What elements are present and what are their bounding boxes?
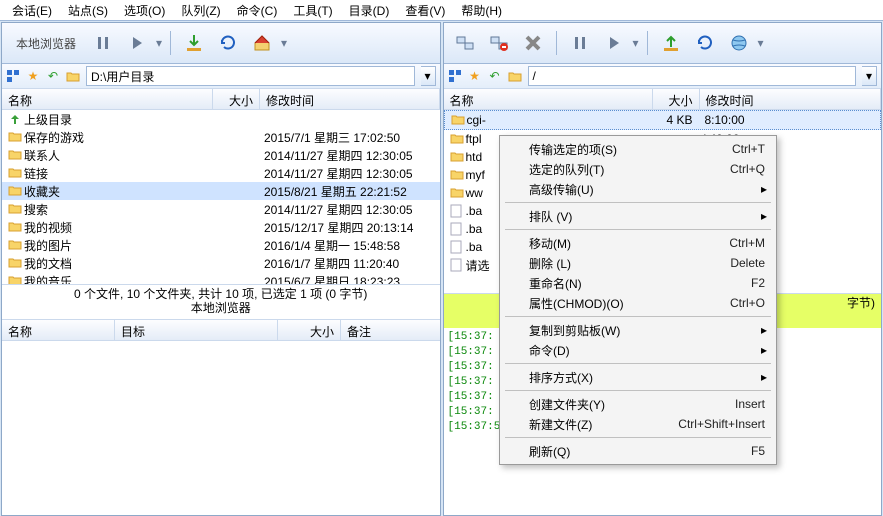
folder-my-icon	[8, 256, 22, 270]
history-icon[interactable]: ↶	[46, 69, 60, 83]
tree-icon[interactable]	[6, 69, 20, 83]
list-item[interactable]: 收藏夹2015/8/21 星期五 22:21:52	[2, 182, 440, 200]
remote-path-input[interactable]: /	[528, 66, 857, 86]
col-name[interactable]: 名称	[2, 89, 213, 109]
remote-refresh-button[interactable]	[690, 28, 720, 58]
globe-button[interactable]	[724, 28, 754, 58]
path-dropdown-button[interactable]: ▾	[421, 66, 436, 86]
menu-item[interactable]: 刷新(Q)F5	[503, 441, 773, 461]
menu-item[interactable]: 高级传输(U)▸	[503, 179, 773, 199]
menu-item[interactable]: 新建文件(Z)Ctrl+Shift+Insert	[503, 414, 773, 434]
remote-toolbar: ▾ ▾	[444, 23, 882, 64]
list-item[interactable]: 上级目录	[2, 110, 440, 128]
list-item[interactable]: 我的文档2016/1/7 星期四 11:20:40	[2, 254, 440, 272]
folder-my-icon	[8, 238, 22, 252]
menu-item[interactable]: 查看(V)	[397, 1, 453, 20]
file-icon	[450, 258, 464, 272]
local-list-header: 名称 大小 修改时间	[2, 89, 440, 110]
home-button[interactable]	[247, 28, 277, 58]
file-icon	[450, 240, 464, 254]
folder-icon	[450, 132, 464, 146]
local-queue-header: 名称 目标 大小 备注	[2, 319, 440, 341]
folder-my-icon	[8, 274, 22, 284]
list-item[interactable]: cgi-4 KB8:10:00	[444, 110, 882, 130]
connect-button[interactable]	[450, 28, 480, 58]
disconnect-button[interactable]	[484, 28, 514, 58]
star-icon[interactable]: ★	[26, 69, 40, 83]
menu-bar: 会话(E)站点(S)选项(O)队列(Z)命令(C)工具(T)目录(D)查看(V)…	[0, 0, 883, 21]
list-item[interactable]: 我的视频2015/12/17 星期四 20:13:14	[2, 218, 440, 236]
folder-icon	[451, 113, 465, 127]
menu-item[interactable]: 排队 (V)▸	[503, 206, 773, 226]
col-size[interactable]: 大小	[653, 89, 700, 109]
folder-icon	[8, 166, 22, 180]
col-mtime[interactable]: 修改时间	[260, 89, 440, 109]
history-icon[interactable]: ↶	[488, 69, 502, 83]
menu-item[interactable]: 目录(D)	[341, 1, 398, 20]
menu-item[interactable]: 排序方式(X)▸	[503, 367, 773, 387]
menu-item[interactable]: 命令(C)	[229, 1, 286, 20]
menu-item[interactable]: 帮助(H)	[453, 1, 510, 20]
remote-list-header: 名称 大小 修改时间	[444, 89, 882, 110]
menu-item[interactable]: 传输选定的项(S)Ctrl+T	[503, 139, 773, 159]
local-toolbar: 本地浏览器 ▾ ▾	[2, 23, 440, 64]
folder-my-icon	[8, 220, 22, 234]
remote-breadcrumb: ★ ↶ / ▾	[444, 64, 882, 89]
menu-item[interactable]: 选定的队列(T)Ctrl+Q	[503, 159, 773, 179]
upload-button[interactable]	[656, 28, 686, 58]
menu-item[interactable]: 工具(T)	[285, 1, 340, 20]
col-size[interactable]: 大小	[213, 89, 260, 109]
menu-item[interactable]: 会话(E)	[4, 1, 60, 20]
menu-item[interactable]: 复制到剪贴板(W)▸	[503, 320, 773, 340]
menu-item[interactable]: 重命名(N)F2	[503, 273, 773, 293]
menu-item[interactable]: 属性(CHMOD)(O)Ctrl+O	[503, 293, 773, 313]
list-item[interactable]: 我的音乐2015/6/7 星期日 18:23:23	[2, 272, 440, 284]
menu-item[interactable]: 命令(D)▸	[503, 340, 773, 360]
menu-item[interactable]: 移动(M)Ctrl+M	[503, 233, 773, 253]
up-icon	[8, 112, 22, 126]
abort-button[interactable]	[518, 28, 548, 58]
file-icon	[450, 204, 464, 218]
menu-item[interactable]: 队列(Z)	[173, 1, 228, 20]
col-mtime[interactable]: 修改时间	[700, 89, 882, 109]
remote-pause-button[interactable]	[565, 28, 595, 58]
list-item[interactable]: 保存的游戏2015/7/1 星期三 17:02:50	[2, 128, 440, 146]
menu-item[interactable]: 创建文件夹(Y)Insert	[503, 394, 773, 414]
local-queue-list	[2, 341, 440, 515]
path-dropdown-button[interactable]: ▾	[862, 66, 877, 86]
folder-icon	[8, 184, 22, 198]
folder-icon	[450, 150, 464, 164]
file-icon	[450, 222, 464, 236]
menu-item[interactable]: 删除 (L)Delete	[503, 253, 773, 273]
download-button[interactable]	[179, 28, 209, 58]
pause-button[interactable]	[88, 28, 118, 58]
list-item[interactable]: 搜索2014/11/27 星期四 12:30:05	[2, 200, 440, 218]
list-item[interactable]: 我的图片2016/1/4 星期一 15:48:58	[2, 236, 440, 254]
folder-icon	[8, 202, 22, 216]
context-menu: 传输选定的项(S)Ctrl+T选定的队列(T)Ctrl+Q高级传输(U)▸ 排队 …	[499, 135, 777, 465]
local-title: 本地浏览器	[16, 35, 76, 52]
folder-icon	[508, 69, 522, 83]
folder-icon	[8, 130, 22, 144]
col-name[interactable]: 名称	[444, 89, 653, 109]
local-pane: 本地浏览器 ▾ ▾ ★ ↶ D:\用户目录 ▾ 名称 大小 修改时间 上级目录保…	[1, 22, 441, 516]
local-path-input[interactable]: D:\用户目录	[86, 66, 415, 86]
folder-icon	[8, 148, 22, 162]
folder-icon	[450, 186, 464, 200]
folder-icon	[450, 168, 464, 182]
star-icon[interactable]: ★	[468, 69, 482, 83]
local-file-list[interactable]: 上级目录保存的游戏2015/7/1 星期三 17:02:50联系人2014/11…	[2, 110, 440, 284]
list-item[interactable]: 联系人2014/11/27 星期四 12:30:05	[2, 146, 440, 164]
list-item[interactable]: 链接2014/11/27 星期四 12:30:05	[2, 164, 440, 182]
local-breadcrumb: ★ ↶ D:\用户目录 ▾	[2, 64, 440, 89]
refresh-button[interactable]	[213, 28, 243, 58]
tree-icon[interactable]	[448, 69, 462, 83]
remote-play-button[interactable]	[599, 28, 629, 58]
folder-icon	[66, 69, 80, 83]
local-status: 0 个文件, 10 个文件夹, 共计 10 项, 已选定 1 项 (0 字节) …	[2, 284, 440, 319]
menu-item[interactable]: 站点(S)	[60, 1, 116, 20]
play-button[interactable]	[122, 28, 152, 58]
menu-item[interactable]: 选项(O)	[116, 1, 173, 20]
